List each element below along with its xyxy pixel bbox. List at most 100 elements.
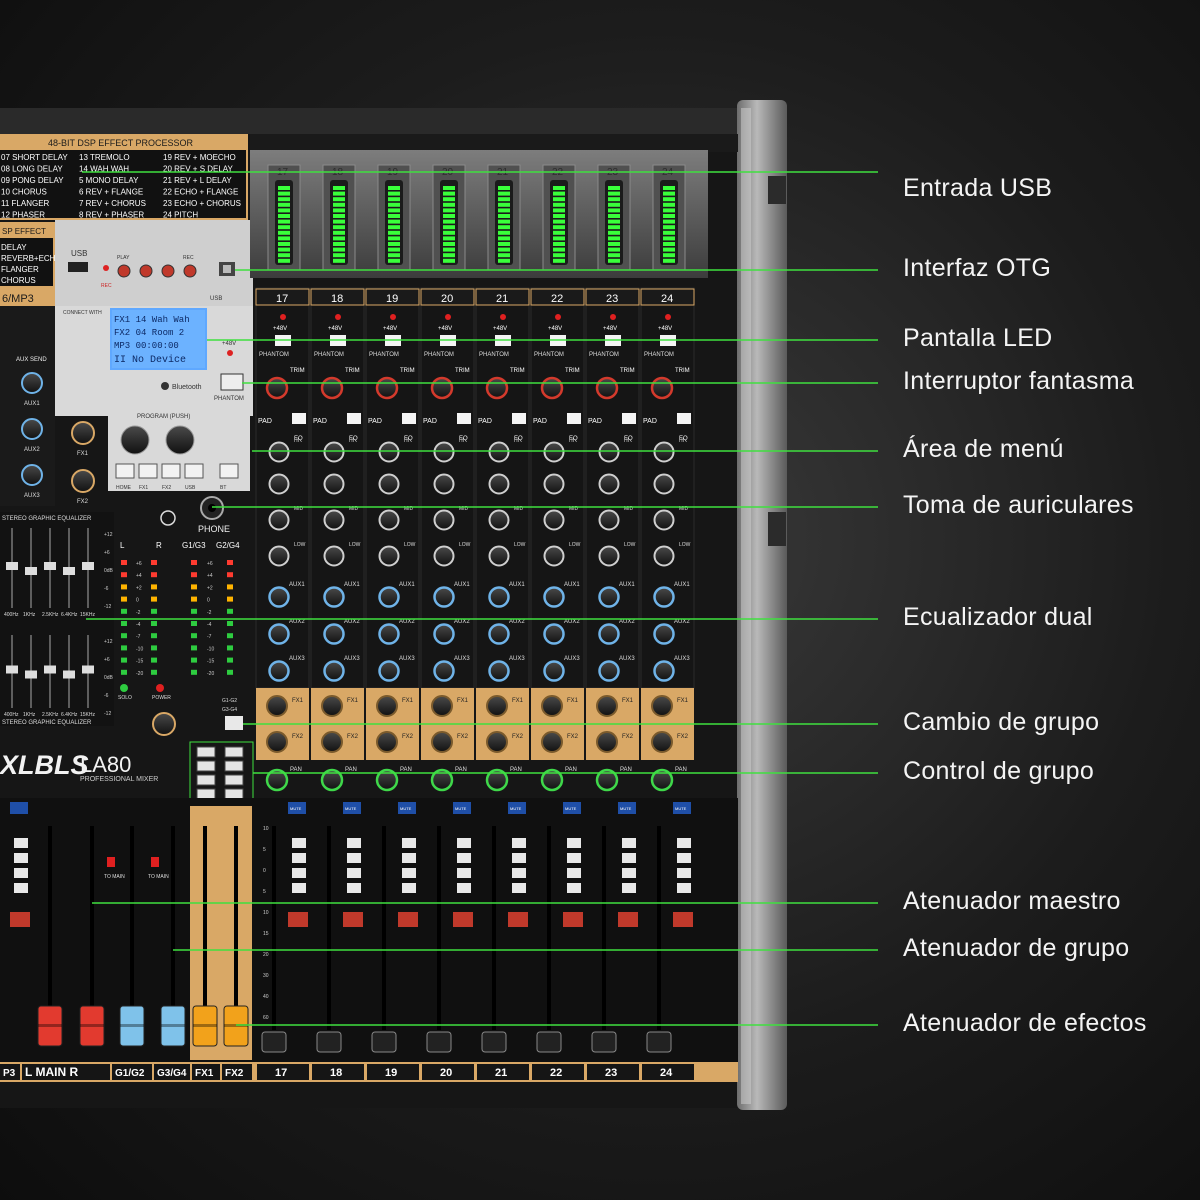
pad-switch[interactable] <box>677 413 691 424</box>
aux-knob[interactable] <box>488 586 510 608</box>
solo-button[interactable] <box>673 912 693 927</box>
fx-send-knob[interactable] <box>486 731 508 753</box>
geq-slider[interactable] <box>44 562 56 570</box>
trim-knob[interactable] <box>540 376 564 400</box>
eq-knob[interactable] <box>433 509 455 531</box>
aux-send-knob[interactable] <box>21 418 43 440</box>
phone-level-knob[interactable] <box>152 712 176 736</box>
eq-knob[interactable] <box>543 509 565 531</box>
pad-switch[interactable] <box>567 413 581 424</box>
eq-knob[interactable] <box>488 473 510 495</box>
route-button[interactable] <box>622 838 636 848</box>
aux-knob[interactable] <box>543 586 565 608</box>
route-button[interactable] <box>457 853 471 863</box>
eq-knob[interactable] <box>323 545 345 567</box>
route-button[interactable] <box>14 838 28 848</box>
fx-send-knob[interactable] <box>376 695 398 717</box>
solo-button[interactable] <box>618 912 638 927</box>
route-button[interactable] <box>402 868 416 878</box>
aux-knob[interactable] <box>433 660 455 682</box>
eq-knob[interactable] <box>378 509 400 531</box>
aux-knob[interactable] <box>378 660 400 682</box>
eq-knob[interactable] <box>653 509 675 531</box>
group-assign-button[interactable] <box>196 774 216 786</box>
aux-knob[interactable] <box>268 586 290 608</box>
route-button[interactable] <box>14 883 28 893</box>
eq-knob[interactable] <box>598 545 620 567</box>
route-button[interactable] <box>567 853 581 863</box>
eq-knob[interactable] <box>598 509 620 531</box>
route-button[interactable] <box>622 883 636 893</box>
group-assign-button[interactable] <box>224 774 244 786</box>
aux-send-knob[interactable] <box>21 464 43 486</box>
route-button[interactable] <box>292 883 306 893</box>
solo-button[interactable] <box>563 912 583 927</box>
aux-knob[interactable] <box>378 623 400 645</box>
route-button[interactable] <box>347 883 361 893</box>
eq-knob[interactable] <box>433 545 455 567</box>
program-button[interactable] <box>161 463 181 479</box>
transport-button[interactable] <box>139 264 153 278</box>
geq-slider[interactable] <box>44 665 56 674</box>
transport-button[interactable] <box>161 264 175 278</box>
route-button[interactable] <box>347 838 361 848</box>
eq-knob[interactable] <box>268 545 290 567</box>
fx-send-knob[interactable] <box>431 695 453 717</box>
route-button[interactable] <box>14 853 28 863</box>
eq-knob[interactable] <box>323 473 345 495</box>
route-button[interactable] <box>402 883 416 893</box>
channel-fader[interactable] <box>591 1031 617 1053</box>
program-button[interactable] <box>219 463 239 479</box>
fx-send-knob[interactable] <box>596 695 618 717</box>
trim-knob[interactable] <box>595 376 619 400</box>
group-assign-button[interactable] <box>224 760 244 772</box>
eq-knob[interactable] <box>598 473 620 495</box>
fx-send-knob[interactable] <box>266 695 288 717</box>
eq-knob[interactable] <box>433 473 455 495</box>
trim-knob[interactable] <box>265 376 289 400</box>
trim-knob[interactable] <box>320 376 344 400</box>
channel-fader[interactable] <box>371 1031 397 1053</box>
program-knob-1[interactable] <box>120 425 150 455</box>
route-button[interactable] <box>292 838 306 848</box>
route-button[interactable] <box>292 853 306 863</box>
aux-send-knob[interactable] <box>21 372 43 394</box>
route-button[interactable] <box>14 868 28 878</box>
geq-slider[interactable] <box>6 665 18 674</box>
group-assign-button[interactable] <box>224 788 244 800</box>
geq-slider[interactable] <box>63 567 75 575</box>
aux-knob[interactable] <box>598 586 620 608</box>
eq-knob[interactable] <box>543 473 565 495</box>
program-knob-2[interactable] <box>165 425 195 455</box>
eq-knob[interactable] <box>543 545 565 567</box>
channel-fader[interactable] <box>481 1031 507 1053</box>
route-button[interactable] <box>512 853 526 863</box>
eq-knob[interactable] <box>323 509 345 531</box>
eq-knob[interactable] <box>268 473 290 495</box>
fx-send-knob[interactable] <box>541 695 563 717</box>
eq-knob[interactable] <box>268 509 290 531</box>
route-button[interactable] <box>567 838 581 848</box>
pad-switch[interactable] <box>512 413 526 424</box>
trim-knob[interactable] <box>375 376 399 400</box>
solo-button[interactable] <box>398 912 418 927</box>
eq-knob[interactable] <box>653 545 675 567</box>
group-assign-button[interactable] <box>196 746 216 758</box>
route-button[interactable] <box>677 853 691 863</box>
channel-fader[interactable] <box>261 1031 287 1053</box>
route-button[interactable] <box>622 853 636 863</box>
solo-button[interactable] <box>10 912 30 927</box>
pad-switch[interactable] <box>622 413 636 424</box>
eq-knob[interactable] <box>653 473 675 495</box>
eq-knob[interactable] <box>378 545 400 567</box>
route-button[interactable] <box>677 883 691 893</box>
fx-send-knob[interactable] <box>541 731 563 753</box>
pad-switch[interactable] <box>292 413 306 424</box>
aux-knob[interactable] <box>488 660 510 682</box>
eq-knob[interactable] <box>543 441 565 463</box>
geq-slider[interactable] <box>25 670 37 679</box>
group-assign-button[interactable] <box>196 788 216 800</box>
aux-knob[interactable] <box>323 660 345 682</box>
solo-button[interactable] <box>453 912 473 927</box>
fx-send-knob[interactable] <box>431 731 453 753</box>
